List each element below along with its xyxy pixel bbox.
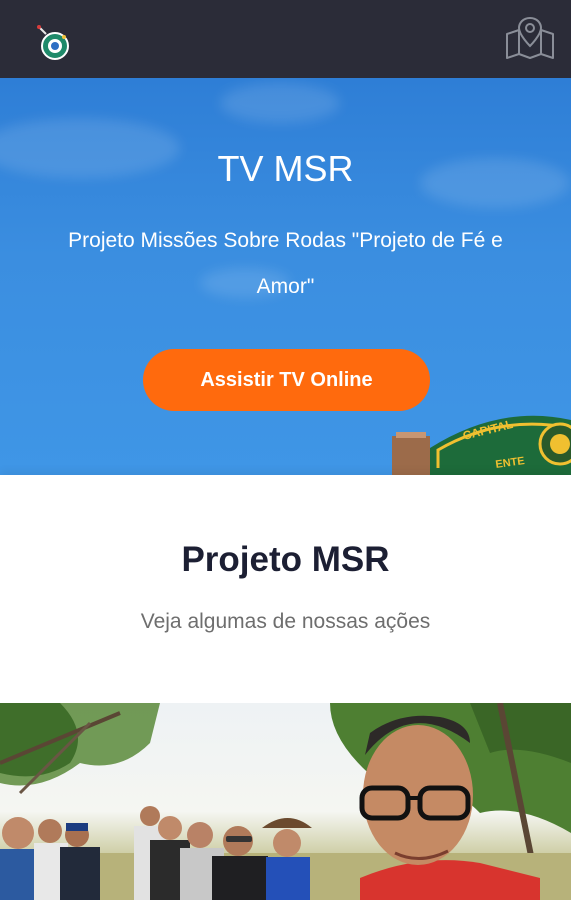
cloud-decoration (220, 83, 340, 123)
hero-subtitle: Projeto Missões Sobre Rodas "Projeto de … (68, 229, 503, 298)
section-title: Projeto MSR (181, 540, 390, 579)
top-bar (0, 0, 571, 78)
hero-title: TV MSR (217, 148, 354, 189)
capital-sign-image: CAPITAL ENTE (392, 415, 571, 475)
group-photo[interactable] (0, 703, 571, 900)
section-subtitle: Veja algumas de nossas ações (140, 610, 431, 633)
map-pin-icon[interactable] (503, 16, 557, 62)
watch-tv-button[interactable]: Assistir TV Online (143, 349, 430, 411)
hero-banner: TV MSR Projeto Missões Sobre Rodas "Proj… (0, 78, 571, 475)
group-photo-illustration (0, 703, 571, 900)
emblem-logo-icon[interactable] (32, 22, 72, 62)
project-section: Projeto MSR Veja algumas de nossas ações (0, 475, 571, 703)
